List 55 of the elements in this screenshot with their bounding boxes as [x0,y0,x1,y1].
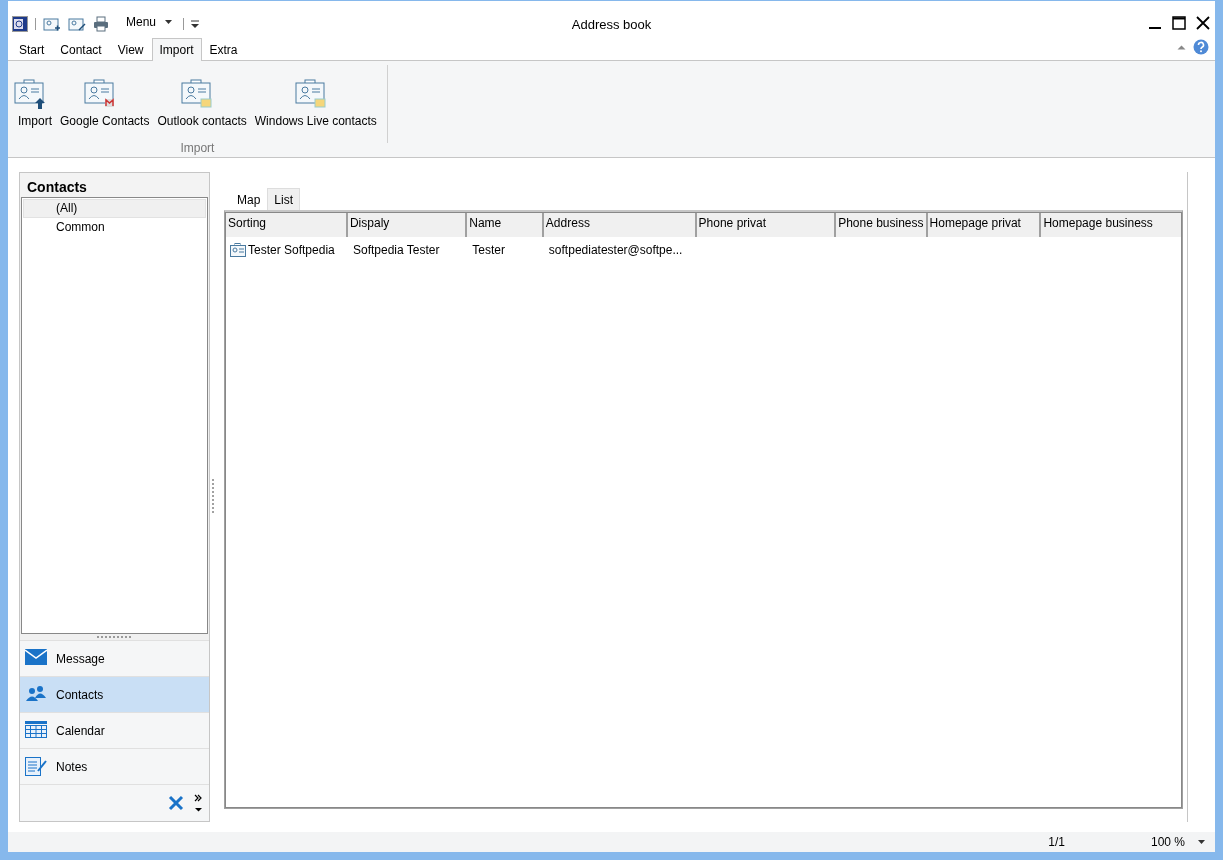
contact-card-icon [294,79,327,110]
zoom-dropdown-icon[interactable] [1198,840,1205,844]
nav-item[interactable]: Calendar [20,712,209,748]
ribbon-tab[interactable]: View [109,38,152,61]
window-title: Address book [570,17,653,32]
print-icon[interactable] [93,15,109,32]
app-icon[interactable] [12,15,28,32]
table-cell: Softpedia Tester [346,237,467,261]
column-header[interactable]: Sorting [226,213,347,237]
column-header[interactable]: Homepage business [1040,213,1181,237]
column-header[interactable]: Dispaly [346,213,467,237]
nav-icon [25,649,47,668]
column-header[interactable]: Phone business [835,213,927,237]
collapse-ribbon-icon[interactable] [1177,44,1186,50]
import-source-button[interactable]: Google Contacts [56,79,154,126]
pane-tab[interactable]: Map [230,188,268,210]
table-cell: Tester [466,237,543,261]
nav-item[interactable]: Notes [20,748,209,784]
column-header[interactable]: Homepage privat [926,213,1041,237]
folder-item[interactable]: (All) [23,199,206,218]
menu-button[interactable]: Menu [116,14,177,29]
import-source-button[interactable]: Outlook contacts [153,79,251,126]
contact-card-icon [181,79,214,110]
group-label: Import [179,141,216,155]
more-options-icon[interactable] [194,794,203,812]
column-header[interactable]: Name [466,213,543,237]
edit-contact-icon[interactable] [68,15,86,32]
import-source-button[interactable]: Windows Live contacts [250,79,381,126]
folder-item[interactable]: Common [23,218,206,237]
nav-item[interactable]: Contacts [20,676,209,712]
help-icon[interactable] [1193,39,1209,55]
ribbon-tab[interactable]: Contact [52,38,110,61]
nav-icon [25,685,47,704]
contact-card-icon [230,243,246,257]
nav-item[interactable]: Message [20,640,209,676]
column-header[interactable]: Address [542,213,696,237]
pane-tab[interactable]: List [267,188,301,210]
contact-card-icon [83,79,116,110]
ribbon-tab[interactable]: Start [11,38,53,61]
table-cell: softpediatester@softpe... [542,237,696,261]
contact-name: Tester Softpedia [248,243,335,257]
import-source-button[interactable]: Import [14,79,56,126]
column-header[interactable]: Phone privat [695,213,836,237]
page-counter: 1/1 [1048,835,1065,849]
ribbon-tab[interactable]: Extra [201,38,246,61]
close-icon[interactable] [1196,15,1210,30]
nav-icon [25,721,47,740]
customize-toolbar-icon[interactable] [191,19,200,28]
nav-icon [25,757,47,776]
new-contact-icon[interactable] [43,15,61,32]
maximize-icon[interactable] [1172,15,1186,30]
ribbon-tab[interactable]: Import [151,38,202,61]
contact-card-icon [14,79,46,110]
dropdown-arrow-icon [165,19,173,24]
zoom-level: 100 % [1150,835,1185,849]
